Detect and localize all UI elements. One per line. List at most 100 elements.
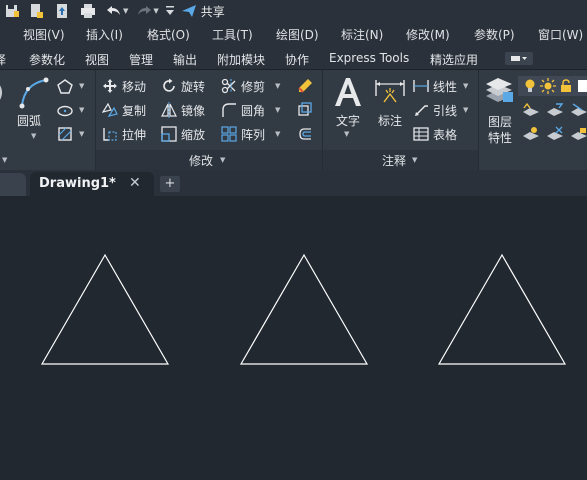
ribbon-display-toggle[interactable] xyxy=(505,52,533,65)
new-tab-button[interactable]: + xyxy=(160,176,180,192)
trim-dropdown-icon[interactable]: ▼ xyxy=(275,82,280,90)
triangle-middle[interactable] xyxy=(239,253,369,365)
menu-insert[interactable]: 插入(I) xyxy=(86,26,123,43)
annotation-panel-title[interactable]: 注释 xyxy=(382,152,406,169)
triangle-left[interactable] xyxy=(40,253,170,365)
explode-icon[interactable] xyxy=(297,102,313,118)
leader-button[interactable]: 引线 ▼ xyxy=(413,100,468,120)
ribbon-tab-bar: 译 参数化 视图 管理 输出 附加模块 协作 Express Tools 精选应… xyxy=(0,46,587,70)
modify-panel-title[interactable]: 修改 xyxy=(189,152,213,169)
array-button[interactable]: 阵列 ▼ xyxy=(221,124,280,144)
sun-icon xyxy=(540,78,556,94)
stretch-button[interactable]: 拉伸 xyxy=(102,124,146,144)
table-icon xyxy=(413,127,429,141)
rotate-icon xyxy=(163,78,175,92)
ribbon-panel: 圆弧 ▼ ▼ ▼ ▼ ▼ 移动 旋转 修剪 ▼ 复制 镜像 圆角 ▼ 拉伸 缩放… xyxy=(0,70,587,170)
copy-label: 复制 xyxy=(122,103,147,118)
fillet-label: 圆角 xyxy=(241,103,266,118)
menu-format[interactable]: 格式(O) xyxy=(147,26,190,43)
hatch-dropdown-icon[interactable]: ▼ xyxy=(79,130,84,138)
array-dropdown-icon[interactable]: ▼ xyxy=(275,130,280,138)
redo-icon[interactable]: ▼ xyxy=(136,1,159,21)
share-icon xyxy=(181,5,196,17)
copy-icon xyxy=(102,102,118,117)
annotation-panel-expand-icon[interactable]: ▼ xyxy=(412,156,417,164)
undo-icon[interactable]: ▼ xyxy=(106,1,128,21)
layer-previous-icon[interactable] xyxy=(546,102,564,118)
tab-collaborate[interactable]: 协作 xyxy=(285,51,309,68)
table-button[interactable]: 表格 xyxy=(413,124,457,144)
tab-output[interactable]: 输出 xyxy=(173,51,197,68)
trim-label: 修剪 xyxy=(241,79,266,94)
share-button[interactable]: 共享 xyxy=(181,3,225,20)
rotate-button[interactable]: 旋转 xyxy=(161,76,205,96)
text-large-icon[interactable] xyxy=(333,76,363,108)
start-tab[interactable] xyxy=(0,173,26,196)
menu-dimension[interactable]: 标注(N) xyxy=(341,26,383,43)
copy-button[interactable]: 复制 xyxy=(102,100,146,120)
layer-off-icon[interactable] xyxy=(522,126,540,142)
layer-properties-label-line2[interactable]: 特性 xyxy=(488,129,512,146)
tab-featured-apps[interactable]: 精选应用 xyxy=(430,51,478,68)
modify-panel-expand-icon[interactable]: ▼ xyxy=(220,156,225,164)
polygon-icon[interactable] xyxy=(57,79,73,95)
menu-bar: 视图(V) 插入(I) 格式(O) 工具(T) 绘图(D) 标注(N) 修改(M… xyxy=(0,22,587,46)
layer-properties-icon[interactable] xyxy=(484,78,514,106)
dimension-large-icon[interactable] xyxy=(374,76,406,108)
layer-match-icon[interactable] xyxy=(522,102,540,118)
menu-view[interactable]: 视图(V) xyxy=(23,26,65,43)
polygon-dropdown-icon[interactable]: ▼ xyxy=(79,82,84,90)
move-icon xyxy=(103,79,117,93)
move-button[interactable]: 移动 xyxy=(102,76,146,96)
drawing-canvas[interactable] xyxy=(0,196,587,480)
ellipse-icon[interactable] xyxy=(57,103,73,119)
layer-dropdown[interactable] xyxy=(518,76,587,96)
lock-icon xyxy=(561,79,571,92)
tab-express-tools[interactable]: Express Tools xyxy=(329,51,409,65)
text-label[interactable]: 文字 xyxy=(336,112,360,129)
save-as-icon[interactable] xyxy=(4,1,20,21)
tab-addins[interactable]: 附加模块 xyxy=(217,51,265,68)
print-icon[interactable] xyxy=(80,1,96,21)
scale-button[interactable]: 缩放 xyxy=(161,124,205,144)
leader-icon xyxy=(415,105,428,116)
layer-properties-label-line1[interactable]: 图层 xyxy=(488,113,512,130)
upload-icon[interactable] xyxy=(54,1,70,21)
linear-button[interactable]: 线性 ▼ xyxy=(413,76,468,96)
trim-button[interactable]: 修剪 ▼ xyxy=(221,76,280,96)
menu-draw[interactable]: 绘图(D) xyxy=(276,26,319,43)
layer-freeze-icon[interactable] xyxy=(546,126,564,142)
fillet-dropdown-icon[interactable]: ▼ xyxy=(275,106,280,114)
fillet-button[interactable]: 圆角 ▼ xyxy=(221,100,280,120)
tab-annotate[interactable]: 译 xyxy=(0,51,6,68)
menu-modify[interactable]: 修改(M) xyxy=(406,26,450,43)
erase-icon[interactable] xyxy=(297,78,313,94)
ellipse-dropdown-icon[interactable]: ▼ xyxy=(79,106,84,114)
dimension-label[interactable]: 标注 xyxy=(378,112,402,129)
menu-window[interactable]: 窗口(W) xyxy=(538,26,583,43)
menu-tools[interactable]: 工具(T) xyxy=(212,26,253,43)
customize-icon[interactable] xyxy=(165,1,175,21)
tab-parametric[interactable]: 参数化 xyxy=(29,51,65,68)
leader-dropdown-icon[interactable]: ▼ xyxy=(463,106,468,114)
arc-large-icon[interactable] xyxy=(18,76,52,110)
tab-manage[interactable]: 管理 xyxy=(129,51,153,68)
arc-dropdown-icon[interactable]: ▼ xyxy=(31,132,36,140)
menu-parametric[interactable]: 参数(P) xyxy=(474,26,515,43)
arc-label[interactable]: 圆弧 xyxy=(17,112,41,129)
text-dropdown-icon[interactable]: ▼ xyxy=(344,130,349,138)
hatch-icon[interactable] xyxy=(57,126,73,142)
partial-tool-icon[interactable] xyxy=(0,80,8,106)
tab-drawing1[interactable]: Drawing1* ✕ xyxy=(30,172,154,196)
triangle-right[interactable] xyxy=(437,253,567,365)
tab-view[interactable]: 视图 xyxy=(85,51,109,68)
offset-icon[interactable] xyxy=(297,126,313,142)
layer-lock-icon[interactable] xyxy=(570,126,587,142)
close-icon[interactable]: ✕ xyxy=(129,175,141,191)
draw-panel-expand-icon[interactable]: ▼ xyxy=(2,156,7,164)
export-icon[interactable] xyxy=(28,1,44,21)
mirror-button[interactable]: 镜像 xyxy=(161,100,205,120)
linear-dropdown-icon[interactable]: ▼ xyxy=(463,82,468,90)
layer-isolate-icon[interactable] xyxy=(570,102,587,118)
mirror-label: 镜像 xyxy=(181,103,206,118)
